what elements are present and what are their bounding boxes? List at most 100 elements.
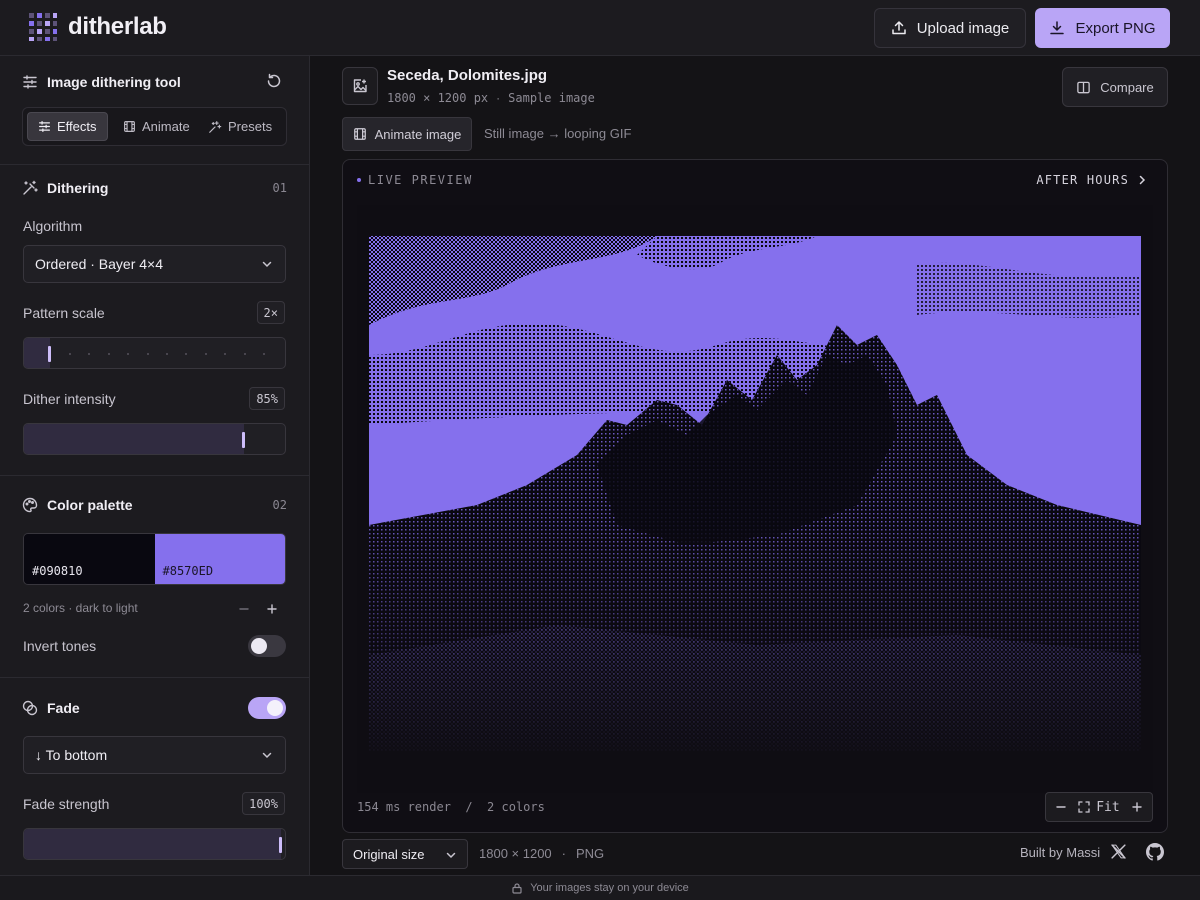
dither-intensity-label: Dither intensity bbox=[23, 391, 116, 407]
minus-icon[interactable] bbox=[238, 603, 250, 615]
fade-strength-slider[interactable] bbox=[23, 828, 286, 860]
dither-grid-icon bbox=[29, 13, 57, 41]
film-icon bbox=[124, 121, 135, 132]
slider-fill bbox=[24, 829, 281, 859]
film-icon bbox=[353, 128, 366, 140]
tab-presets[interactable]: Presets bbox=[198, 112, 282, 141]
zoom-controls: Fit bbox=[1045, 792, 1153, 822]
palette-swatch-light[interactable]: #8570ED bbox=[154, 534, 285, 584]
chevron-down-icon bbox=[446, 852, 456, 859]
main-panel: Seceda, Dolomites.jpg 1800 × 1200 px · S… bbox=[310, 56, 1200, 875]
privacy-text: Your images stay on your device bbox=[530, 882, 689, 894]
logo[interactable]: ditherlab bbox=[28, 12, 167, 42]
divider bbox=[0, 475, 309, 476]
pattern-scale-label: Pattern scale bbox=[23, 305, 105, 321]
tab-effects[interactable]: Effects bbox=[27, 112, 108, 141]
render-stats: 154 ms render / 2 colors bbox=[357, 800, 545, 814]
fade-strength-label: Fade strength bbox=[23, 796, 110, 812]
animate-image-button[interactable]: Animate image bbox=[342, 117, 472, 151]
slider-thumb[interactable] bbox=[48, 346, 51, 362]
upload-image-button[interactable]: Upload image bbox=[874, 8, 1026, 48]
download-icon bbox=[1050, 21, 1065, 35]
slider-thumb[interactable] bbox=[279, 837, 282, 853]
output-size-value: Original size bbox=[353, 846, 425, 862]
fit-screen-icon bbox=[1078, 801, 1090, 813]
file-meta: 1800 × 1200 px · Sample image bbox=[387, 91, 595, 105]
palette-swatch-dark[interactable]: #090810 bbox=[24, 534, 155, 584]
meta-separator: · bbox=[496, 91, 501, 105]
compare-label: Compare bbox=[1100, 79, 1154, 95]
dithering-title: Dithering bbox=[47, 180, 109, 196]
pattern-scale-slider[interactable] bbox=[23, 337, 286, 369]
dither-intensity-slider[interactable] bbox=[23, 423, 286, 455]
algorithm-label: Algorithm bbox=[23, 218, 83, 234]
live-preview-text: LIVE PREVIEW bbox=[368, 173, 473, 187]
footer: Your images stay on your device bbox=[0, 875, 1200, 900]
animate-label: Animate image bbox=[374, 126, 462, 142]
fade-direction-select[interactable]: ↓ To bottom bbox=[23, 736, 286, 774]
swatch-hex: #090810 bbox=[32, 564, 83, 578]
toggle-knob bbox=[251, 638, 267, 654]
fade-strength-value: 100% bbox=[242, 792, 285, 815]
sidebar: Image dithering tool Effects Animate Pre… bbox=[0, 56, 310, 875]
dithering-section-header: Dithering 01 bbox=[22, 178, 287, 198]
palette-section-header: Color palette 02 bbox=[22, 495, 287, 515]
chevron-down-icon bbox=[262, 261, 272, 268]
output-size-select[interactable]: Original size bbox=[342, 839, 468, 869]
tab-animate[interactable]: Animate bbox=[113, 112, 200, 141]
palette-number: 02 bbox=[272, 498, 287, 512]
blend-icon bbox=[22, 700, 38, 716]
algorithm-value: Ordered · Bayer 4×4 bbox=[35, 256, 164, 272]
sidebar-title: Image dithering tool bbox=[47, 74, 181, 90]
live-preview-label: LIVE PREVIEW bbox=[357, 173, 473, 187]
fade-toggle[interactable] bbox=[248, 697, 286, 719]
dither-intensity-value: 85% bbox=[249, 387, 285, 410]
upload-label: Upload image bbox=[916, 19, 1010, 37]
sidebar-tabs: Effects Animate Presets bbox=[22, 107, 287, 146]
fade-title: Fade bbox=[47, 700, 80, 716]
upload-icon bbox=[891, 21, 906, 35]
x-twitter-icon[interactable] bbox=[1110, 843, 1127, 860]
chevron-down-icon bbox=[262, 752, 272, 759]
slider-thumb[interactable] bbox=[242, 432, 245, 448]
toggle-knob bbox=[267, 700, 283, 716]
slider-fill bbox=[24, 424, 244, 454]
credit-text: Built by Massi bbox=[1020, 845, 1101, 860]
app-name: ditherlab bbox=[68, 13, 167, 40]
preset-name: AFTER HOURS bbox=[1036, 173, 1129, 187]
sliders-icon bbox=[23, 75, 37, 89]
dithering-number: 01 bbox=[272, 181, 287, 195]
pattern-scale-value: 2× bbox=[256, 301, 285, 324]
zoom-fit-button[interactable]: Fit bbox=[1078, 800, 1120, 815]
animate-hint: Still image → looping GIF bbox=[484, 126, 632, 141]
divider bbox=[0, 677, 309, 678]
zoom-out-icon[interactable] bbox=[1055, 801, 1067, 813]
preset-link[interactable]: AFTER HOURS bbox=[1036, 173, 1147, 187]
reset-icon[interactable] bbox=[266, 73, 282, 89]
dithered-image-canvas[interactable] bbox=[357, 205, 1153, 793]
palette-title: Color palette bbox=[47, 497, 133, 513]
export-png-button[interactable]: Export PNG bbox=[1035, 8, 1170, 48]
chevron-right-icon bbox=[1139, 175, 1146, 185]
dithered-mountain-image bbox=[357, 205, 1153, 793]
file-name: Seceda, Dolomites.jpg bbox=[387, 67, 548, 84]
image-edit-icon bbox=[353, 79, 367, 93]
github-icon[interactable] bbox=[1146, 843, 1164, 861]
lock-icon bbox=[512, 883, 522, 894]
invert-tones-toggle[interactable] bbox=[248, 635, 286, 657]
output-meta: 1800 × 1200 · PNG bbox=[479, 846, 604, 861]
split-view-icon bbox=[1077, 81, 1091, 93]
preview-panel: LIVE PREVIEW AFTER HOURS 154 ms render /… bbox=[342, 159, 1168, 833]
compare-button[interactable]: Compare bbox=[1062, 67, 1168, 107]
plus-icon[interactable] bbox=[266, 603, 278, 615]
algorithm-select[interactable]: Ordered · Bayer 4×4 bbox=[23, 245, 286, 283]
sidebar-header: Image dithering tool bbox=[22, 72, 288, 92]
file-dimensions: 1800 × 1200 px bbox=[387, 91, 489, 105]
tab-animate-label: Animate bbox=[142, 119, 190, 134]
file-thumbnail[interactable] bbox=[342, 67, 378, 105]
zoom-in-icon[interactable] bbox=[1131, 801, 1143, 813]
swatch-hex: #8570ED bbox=[162, 564, 214, 578]
tab-presets-label: Presets bbox=[228, 119, 273, 134]
tab-effects-label: Effects bbox=[57, 119, 97, 134]
slider-ticks bbox=[69, 353, 265, 355]
